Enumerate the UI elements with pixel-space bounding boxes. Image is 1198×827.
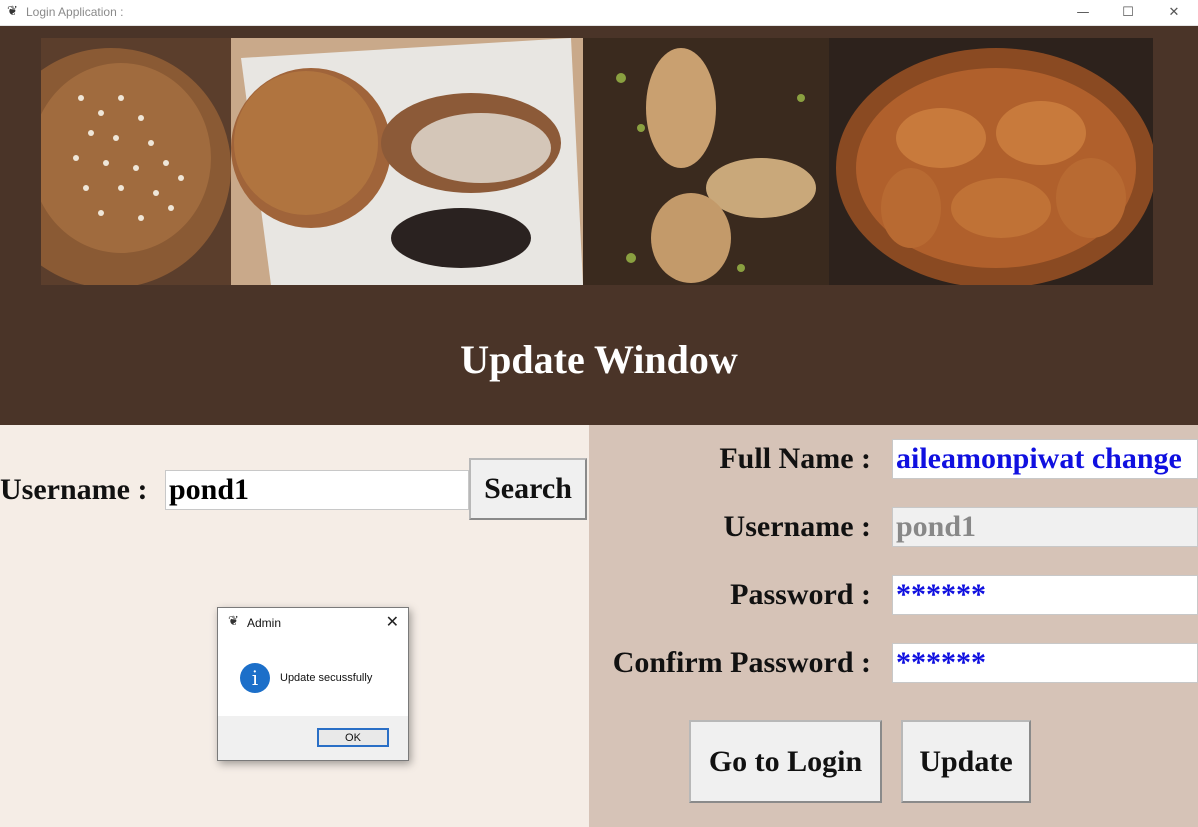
- update-button[interactable]: Update: [901, 720, 1031, 803]
- fullname-input[interactable]: [892, 439, 1198, 479]
- maximize-button[interactable]: ☐: [1105, 0, 1151, 25]
- feather-icon: ❦: [228, 614, 239, 629]
- admin-dialog: ❦ Admin ✕ i Update secussfully OK: [217, 607, 409, 761]
- go-to-login-button[interactable]: Go to Login: [689, 720, 882, 803]
- bread-illustration: [41, 38, 1153, 285]
- close-button[interactable]: ✕: [1151, 0, 1197, 25]
- search-button[interactable]: Search: [469, 458, 587, 520]
- username-label: Username :: [723, 510, 871, 543]
- window-title: Login Application :: [26, 5, 124, 19]
- confirm-password-label: Confirm Password :: [612, 646, 871, 679]
- password-input[interactable]: [892, 575, 1198, 615]
- page-title: Update Window: [460, 337, 738, 382]
- username-input: [892, 507, 1198, 547]
- fullname-label: Full Name :: [719, 442, 871, 475]
- search-username-label: Username :: [0, 473, 148, 506]
- bread-banner-image: [41, 38, 1153, 285]
- confirm-password-input[interactable]: [892, 643, 1198, 683]
- close-icon[interactable]: ✕: [386, 612, 399, 631]
- minimize-button[interactable]: —: [1060, 0, 1106, 25]
- title-bar: ❦ Login Application : — ☐ ✕: [0, 0, 1198, 26]
- search-username-input[interactable]: [165, 470, 469, 510]
- password-label: Password :: [730, 578, 871, 611]
- dialog-message: Update secussfully: [280, 672, 373, 684]
- ok-button[interactable]: OK: [317, 728, 389, 747]
- update-form-panel: Full Name : Username : Password : Confir…: [589, 425, 1198, 827]
- dialog-title: Admin: [247, 616, 282, 630]
- header: Update Window: [0, 26, 1198, 425]
- info-icon: i: [240, 663, 270, 693]
- feather-icon: ❦: [7, 4, 18, 19]
- dialog-footer: OK: [218, 716, 408, 760]
